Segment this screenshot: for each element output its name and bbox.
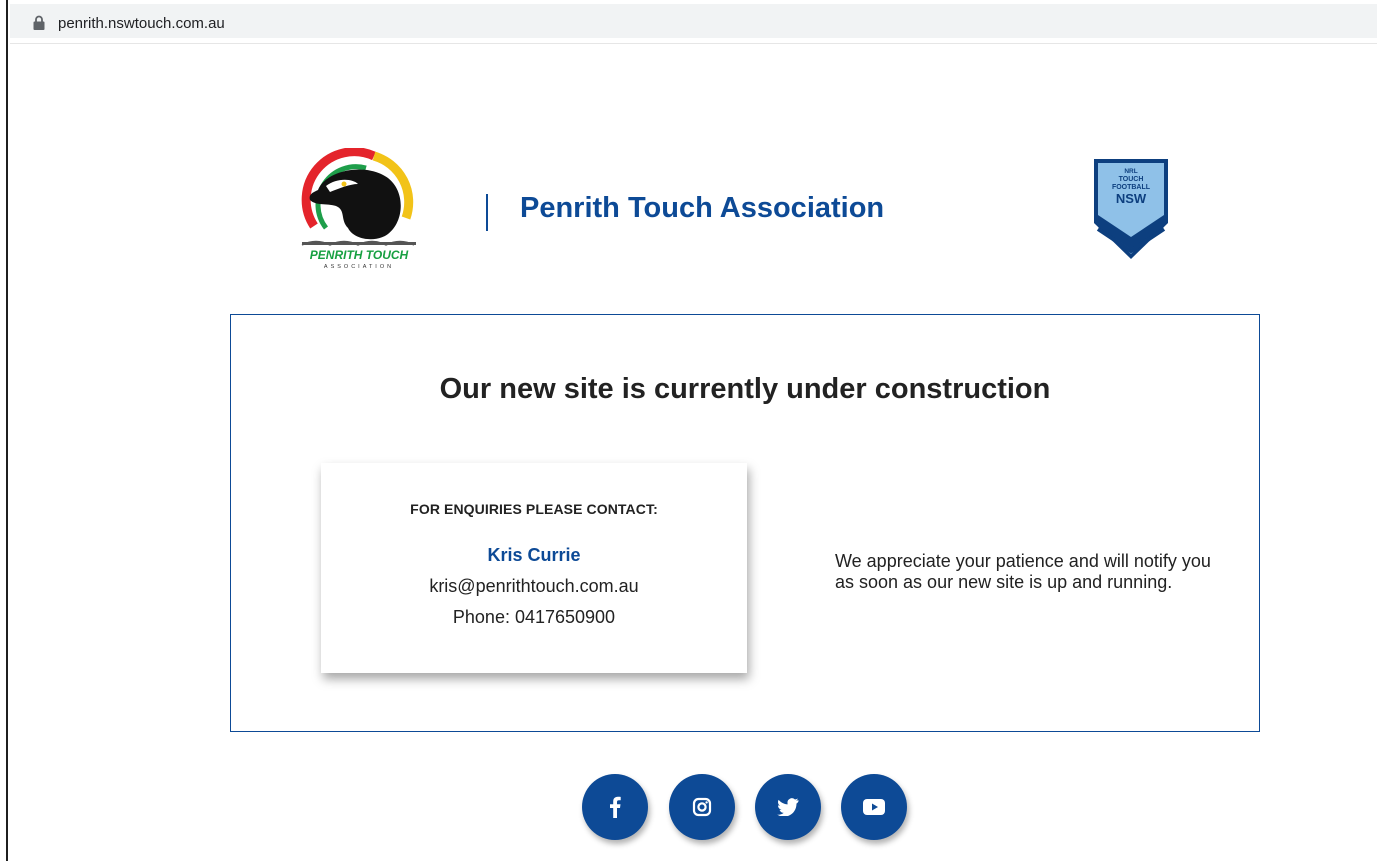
contact-phone: Phone: 0417650900 [452, 607, 616, 627]
nsw-logo-line2: TOUCH [1119, 176, 1144, 183]
browser-address-bar[interactable]: penrith.nswtouch.com.au [10, 0, 1377, 44]
url-text[interactable]: penrith.nswtouch.com.au [58, 15, 225, 32]
youtube-button[interactable] [841, 774, 907, 840]
facebook-icon [610, 796, 621, 818]
twitter-icon [777, 798, 799, 816]
contact-heading: FOR ENQUIRIES PLEASE CONTACT: [410, 501, 658, 517]
twitter-button[interactable] [755, 774, 821, 840]
lock-icon[interactable] [32, 15, 46, 31]
nsw-logo-line4: NSW [1116, 191, 1147, 206]
construction-heading: Our new site is currently under construc… [439, 373, 1051, 405]
contact-card: FOR ENQUIRIES PLEASE CONTACT: Kris Curri… [321, 463, 747, 673]
instagram-icon [692, 797, 712, 817]
contact-email[interactable]: kris@penrithtouch.com.au [321, 576, 747, 597]
nsw-logo-line1: NRL [1124, 168, 1137, 175]
youtube-icon [863, 799, 885, 815]
header-divider [486, 194, 488, 231]
facebook-button[interactable] [582, 774, 648, 840]
instagram-button[interactable] [669, 774, 735, 840]
penrith-touch-logo: PENRITH TOUCH ASSOCIATION [296, 148, 422, 270]
window-frame-left [0, 0, 8, 861]
patience-message: We appreciate your patience and will not… [835, 551, 1211, 592]
site-title: Penrith Touch Association [520, 192, 885, 224]
contact-name: Kris Currie [487, 545, 581, 565]
nsw-touch-football-logo: NRL TOUCH FOOTBALL NSW [1094, 159, 1168, 259]
url-field[interactable]: penrith.nswtouch.com.au [10, 4, 1377, 38]
construction-panel: Our new site is currently under construc… [230, 314, 1260, 732]
nsw-logo-line3: FOOTBALL [1112, 184, 1151, 191]
logo-subtext: ASSOCIATION [324, 264, 394, 270]
logo-text: PENRITH TOUCH [310, 248, 409, 262]
